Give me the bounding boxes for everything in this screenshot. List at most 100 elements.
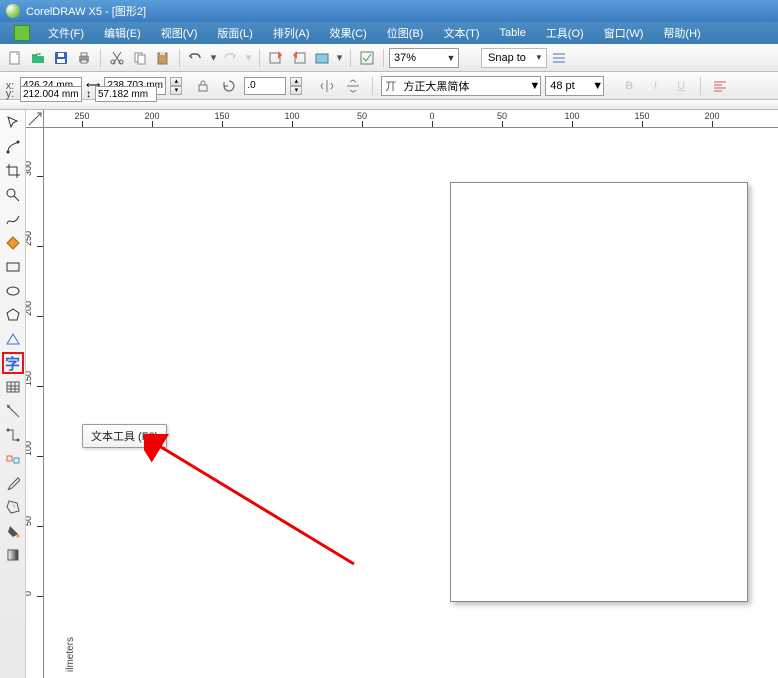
height-icon: ↕ [86,89,91,100]
mirror-v-icon[interactable] [342,75,364,97]
annotation-arrow-icon [144,434,364,574]
crop-tool-icon[interactable] [2,160,24,182]
rotation-input[interactable] [244,77,286,95]
undo-icon[interactable] [185,47,207,69]
smart-fill-icon[interactable] [2,232,24,254]
align-icon[interactable] [709,75,731,97]
menu-help[interactable]: 帮助(H) [663,25,700,41]
publish-dropdown-icon[interactable]: ▾ [334,47,345,69]
import-icon[interactable] [265,47,287,69]
toolbar-standard: ▾ ▾ ▾ ▼ Snap to ▾ [0,44,778,72]
menu-file[interactable]: 文件(F) [48,25,84,41]
rotation-spinner[interactable]: ▴▾ [290,77,302,95]
ruler-unit-label: ilmeters [65,637,76,672]
reset-rotation-icon[interactable] [218,75,240,97]
snap-combo[interactable]: Snap to ▾ [481,48,547,68]
toolbox: 字 [0,110,26,678]
underline-icon[interactable]: U [670,75,692,97]
undo-dropdown-icon[interactable]: ▾ [208,47,219,69]
bold-icon[interactable]: B [618,75,640,97]
page[interactable] [450,182,748,602]
ellipse-tool-icon[interactable] [2,280,24,302]
title-bar: CorelDRAW X5 - [图形2] [0,0,778,22]
fontsize-input[interactable] [546,77,592,95]
shape-tool-icon[interactable] [2,136,24,158]
font-input[interactable] [399,77,529,95]
menu-tools[interactable]: 工具(O) [546,25,584,41]
blend-tool-icon[interactable] [2,448,24,470]
publish-icon[interactable] [311,47,333,69]
text-tool-icon[interactable]: 字 [2,352,24,374]
italic-icon[interactable]: I [644,75,666,97]
copy-icon[interactable] [129,47,151,69]
chevron-down-icon[interactable]: ▼ [529,80,540,92]
rectangle-tool-icon[interactable] [2,256,24,278]
separator [372,77,373,95]
y-input[interactable] [20,86,82,102]
launcher-icon[interactable] [356,47,378,69]
zoom-input[interactable] [390,49,444,67]
menu-window[interactable]: 窗口(W) [604,25,644,41]
canvas[interactable]: 文本工具 (F8) [44,128,778,678]
separator [259,49,260,67]
menu-layout[interactable]: 版面(L) [217,25,252,41]
interactive-fill-icon[interactable] [2,544,24,566]
drawing-area[interactable]: 25020015010050050100150200 3002502001501… [26,110,778,678]
open-icon[interactable] [27,47,49,69]
new-icon[interactable] [4,47,26,69]
window-title: CorelDRAW X5 - [图形2] [26,3,146,19]
separator [383,49,384,67]
menu-view[interactable]: 视图(V) [161,25,198,41]
app-icon [6,4,20,18]
menu-arrange[interactable]: 排列(A) [273,25,310,41]
snap-label: Snap to [482,52,532,64]
menu-edit[interactable]: 编辑(E) [104,25,141,41]
tooltip: 文本工具 (F8) [82,424,167,448]
menu-bar[interactable]: 文件(F) 编辑(E) 视图(V) 版面(L) 排列(A) 效果(C) 位图(B… [0,22,778,44]
save-icon[interactable] [50,47,72,69]
font-prefix-icon: 丌 [382,78,399,94]
separator [100,49,101,67]
ruler-origin-icon[interactable] [26,110,44,128]
eyedropper-tool-icon[interactable] [2,472,24,494]
print-icon[interactable] [73,47,95,69]
height-input[interactable] [95,86,157,102]
basic-shape-icon[interactable] [2,328,24,350]
connector-tool-icon[interactable] [2,424,24,446]
fontsize-combo[interactable]: ▼ [545,76,604,96]
chevron-down-icon[interactable]: ▾ [532,52,546,63]
fill-tool-icon[interactable] [2,520,24,542]
menu-effects[interactable]: 效果(C) [330,25,367,41]
separator [179,49,180,67]
app-menu-icon[interactable] [14,25,30,41]
pick-tool-icon[interactable] [2,112,24,134]
redo-icon[interactable] [220,47,242,69]
redo-dropdown-icon[interactable]: ▾ [243,47,254,69]
freehand-tool-icon[interactable] [2,208,24,230]
workspace: 字 25020015010050050100150200 30025020015… [0,110,778,678]
cut-icon[interactable] [106,47,128,69]
paste-icon[interactable] [152,47,174,69]
zoom-combo[interactable]: ▼ [389,48,459,68]
y-label: y: [4,88,16,100]
mirror-h-icon[interactable] [316,75,338,97]
separator [700,77,701,95]
lock-icon[interactable] [192,75,214,97]
menu-text[interactable]: 文本(T) [443,25,479,41]
vertical-ruler[interactable]: 300250200150100500 [26,128,44,678]
separator [350,49,351,67]
outline-tool-icon[interactable] [2,496,24,518]
width-spinner[interactable]: ▴▾ [170,77,182,95]
export-icon[interactable] [288,47,310,69]
chevron-down-icon[interactable]: ▼ [592,80,603,92]
font-combo[interactable]: 丌 ▼ [381,76,541,96]
zoom-tool-icon[interactable] [2,184,24,206]
horizontal-ruler[interactable]: 25020015010050050100150200 [44,110,778,128]
menu-bitmap[interactable]: 位图(B) [387,25,424,41]
menu-table[interactable]: Table [500,27,526,39]
dimension-tool-icon[interactable] [2,400,24,422]
chevron-down-icon[interactable]: ▼ [444,53,458,63]
polygon-tool-icon[interactable] [2,304,24,326]
table-tool-icon[interactable] [2,376,24,398]
options-icon[interactable] [548,47,570,69]
